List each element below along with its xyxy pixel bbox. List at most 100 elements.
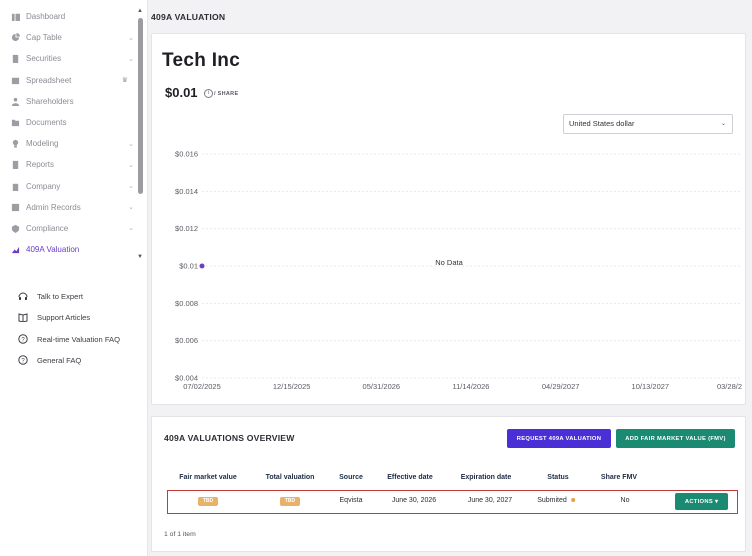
x-tick-label: 12/15/2025 [273,382,311,391]
building-icon [10,181,20,191]
status-dot-icon [570,498,575,503]
dashboard-icon [10,12,20,22]
sidebar: Dashboard Cap Table ⌄ Securities ⌄ Spreadshee… [0,0,148,556]
pagination-info: 1 of 1 item [164,531,196,538]
sidebar-item-409a-valuation[interactable]: 409A Valuation [0,239,140,260]
y-tick-label: $0.012 [175,224,198,233]
valuation-chart-card: Tech Inc $0.01 i / SHARE United States d… [151,33,746,405]
actions-button-label: ACTIONS [684,498,714,505]
expiration-date-cell: June 30, 2027 [467,497,513,504]
status-cell: Submited [537,497,575,504]
spreadsheet-icon [10,75,20,85]
effective-date-cell: June 30, 2026 [391,497,437,504]
column-header-effective-date[interactable]: Effective date [387,474,433,481]
person-icon [10,96,20,106]
sidebar-item-modeling[interactable]: Modeling ⌄ [0,133,140,154]
x-tick-label: 11/14/2026 [453,382,490,391]
y-tick-label: $0.01 [179,262,198,271]
support-link-label: Real-time Valuation FAQ [37,334,121,344]
column-header-share-fmv[interactable]: Share FMV [601,474,637,481]
x-tick-label: 07/02/2025 [183,382,221,391]
chevron-down-icon: ⌄ [128,161,134,169]
table-row[interactable] [167,490,738,514]
sidebar-item-label: Dashboard [26,12,66,22]
reports-icon [10,160,20,170]
column-header-total-valuation[interactable]: Total valuation [266,474,315,481]
support-link-real-time-valuation-faq[interactable]: ? Real-time Valuation FAQ [0,329,148,350]
support-link-general-faq[interactable]: ? General FAQ [0,350,148,371]
status-text: Submited [537,497,567,504]
no-data-label: No Data [435,258,463,267]
x-tick-label: 05/31/2026 [363,382,401,391]
x-tick-label: 03/28/2 [717,382,742,391]
sidebar-nav: Dashboard Cap Table ⌄ Securities ⌄ Spreadshee… [0,6,140,260]
overview-title: 409A VALUATIONS OVERVIEW [164,433,295,443]
sidebar-item-cap-table[interactable]: Cap Table ⌄ [0,27,140,48]
x-tick-label: 04/29/2027 [542,382,580,391]
sidebar-item-reports[interactable]: Reports ⌄ [0,154,140,175]
add-fmv-button[interactable]: ADD FAIR MARKET VALUE (FMV) [616,429,735,448]
support-link-label: Support Articles [37,313,91,323]
crown-icon: ♛ [121,77,128,85]
chevron-down-icon: ⌄ [128,225,134,233]
app: Dashboard Cap Table ⌄ Securities ⌄ Spreadshee… [0,0,752,556]
sidebar-item-securities[interactable]: Securities ⌄ [0,48,140,69]
pie-chart-icon [10,33,20,43]
sidebar-item-shareholders[interactable]: Shareholders [0,91,140,112]
sidebar-item-label: Reports [26,160,55,170]
headset-icon [18,291,29,302]
info-icon[interactable]: i [204,89,213,98]
currency-select[interactable]: United States dollar ⌄ [563,114,733,134]
chevron-down-icon: ⌄ [128,140,134,148]
sidebar-item-label: Securities [26,54,62,64]
chevron-down-icon: ⌄ [128,183,134,191]
column-header-source[interactable]: Source [339,474,363,481]
sidebar-item-spreadsheet[interactable]: Spreadsheet ♛ [0,70,140,91]
actions-button[interactable]: ACTIONS ▾ [675,493,728,510]
sidebar-item-label: Compliance [26,223,69,233]
support-link-support-articles[interactable]: Support Articles [0,307,148,328]
share-fmv-cell: No [620,497,630,504]
sidebar-scrollbar[interactable]: ▲ ▼ [137,6,143,264]
scroll-up-icon[interactable]: ▲ [137,8,143,14]
sidebar-item-compliance[interactable]: Compliance ⌄ [0,218,140,239]
y-tick-label: $0.016 [175,150,198,159]
sidebar-item-label: 409A Valuation [26,245,80,255]
column-header-status[interactable]: Status [547,474,568,481]
folder-icon [10,118,20,128]
column-header-fair-market-value[interactable]: Fair market value [179,474,237,481]
scrollbar-thumb[interactable] [138,18,143,194]
question-icon: ? [18,355,29,366]
column-header-expiration-date[interactable]: Expiration date [461,474,512,481]
fair-market-value-badge: TBD [198,497,218,506]
chevron-down-icon: ⌄ [720,121,726,127]
sidebar-item-documents[interactable]: Documents [0,112,140,133]
source-cell: Eqvista [339,497,363,504]
sidebar-item-company[interactable]: Company ⌄ [0,176,140,197]
sidebar-item-label: Cap Table [26,33,62,43]
total-valuation-badge: TBD [280,497,300,506]
company-name: Tech Inc [162,50,241,71]
valuations-overview-card: 409A VALUATIONS OVERVIEW REQUEST 409A VA… [151,416,746,552]
document-icon [10,54,20,64]
support-link-talk-to-expert[interactable]: Talk to Expert [0,286,148,307]
chevron-down-icon: ⌄ [128,34,134,42]
support-link-label: General FAQ [37,356,82,366]
sidebar-item-label: Spreadsheet [26,75,72,85]
request-409a-valuation-button[interactable]: REQUEST 409A VALUATION [507,429,611,448]
currency-select-value: United States dollar [569,119,635,128]
records-icon [10,202,20,212]
data-point [199,263,205,269]
sidebar-item-dashboard[interactable]: Dashboard [0,6,140,27]
sidebar-item-label: Documents [26,118,67,128]
scroll-down-icon[interactable]: ▼ [137,254,143,260]
share-price: $0.01 [165,85,198,100]
shield-icon [10,223,20,233]
chevron-down-icon: ⌄ [128,55,134,63]
valuation-chart: $0.016$0.014$0.012$0.01$0.008$0.006$0.00… [175,150,742,392]
per-share-label: / SHARE [214,91,239,97]
chevron-down-icon: ⌄ [128,204,134,212]
page-title: 409A VALUATION [151,12,226,22]
sidebar-item-admin-records[interactable]: Admin Records ⌄ [0,197,140,218]
y-tick-label: $0.006 [175,336,198,345]
